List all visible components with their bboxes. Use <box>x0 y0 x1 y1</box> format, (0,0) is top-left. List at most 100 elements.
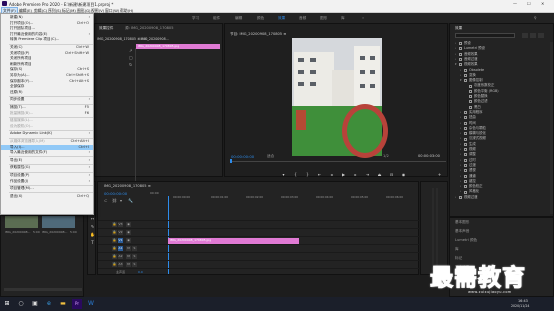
marker-icon[interactable]: ▾ <box>281 172 286 177</box>
slip-tool-icon[interactable]: ↔ <box>90 216 95 221</box>
accelerated-filter-icon[interactable] <box>522 33 528 38</box>
step-back-icon[interactable]: ◂ <box>329 172 334 177</box>
timeline-tab[interactable]: IMG_20200908_170805 ≡ <box>104 184 151 188</box>
taskview-icon[interactable]: ▣ <box>30 299 40 309</box>
mute-icon[interactable]: M <box>126 262 131 267</box>
workspace-tab[interactable]: 库 <box>341 16 345 21</box>
lift-icon[interactable]: ⏏ <box>377 172 382 177</box>
play-icon[interactable]: ▶ <box>341 172 346 177</box>
project-thumbnail[interactable] <box>5 216 38 228</box>
file-menu-item[interactable]: 退出(X) Ctrl+Q <box>1 194 93 200</box>
file-menu-item[interactable]: 作品设置(J) › <box>1 179 93 185</box>
effects-search-input[interactable] <box>455 33 515 38</box>
workspace-tab[interactable]: 学习 <box>192 16 199 21</box>
yuv-filter-icon[interactable] <box>538 33 544 38</box>
file-menu-item[interactable]: 项目管理(M)... <box>1 186 93 192</box>
32bit-filter-icon[interactable] <box>530 33 536 38</box>
track-label[interactable]: V3 <box>118 222 123 227</box>
taskbar-search-icon[interactable]: ○ <box>16 299 26 309</box>
workspace-tab[interactable]: 图形 <box>320 16 327 21</box>
program-scrubber[interactable] <box>230 161 446 162</box>
track-label[interactable]: A1 <box>118 246 123 251</box>
file-explorer-icon[interactable]: ▬ <box>58 299 68 309</box>
file-menu-item[interactable]: 获取属性(G) › <box>1 165 93 171</box>
timeline-settings-icon[interactable]: 🔧 <box>128 198 133 203</box>
close-button[interactable]: ✕ <box>541 1 544 6</box>
maximize-button[interactable]: ☐ <box>527 1 531 6</box>
track-lock-icon[interactable]: 🔒 <box>112 222 117 227</box>
pen-tool-icon[interactable]: ✎ <box>90 224 95 229</box>
mark-in-icon[interactable]: { <box>293 172 298 177</box>
effects-scrollbar[interactable] <box>550 42 553 214</box>
export-frame-icon[interactable]: ◉ <box>401 172 406 177</box>
workspace-tab[interactable]: 颜色 <box>257 16 264 21</box>
mute-icon[interactable]: M <box>126 246 131 251</box>
panel-essential-graphics[interactable]: 基本图形 <box>455 220 469 225</box>
solo-icon[interactable]: S <box>132 262 137 267</box>
snap-icon[interactable]: ⊂ <box>104 198 107 203</box>
program-tab[interactable]: 节目: IMG_20200908_170805 ≡ <box>230 32 286 37</box>
eye-icon[interactable]: ◉ <box>126 222 131 227</box>
track-lock-icon[interactable]: 🔒 <box>112 254 117 259</box>
effect-icon <box>469 95 472 99</box>
project-thumbnail[interactable] <box>42 216 75 228</box>
effects-tab[interactable]: 效果 <box>455 26 462 31</box>
source-tab[interactable]: 源: IMG_20200908_170805 <box>125 26 174 31</box>
track-label[interactable]: A3 <box>118 262 123 267</box>
file-menu-item[interactable]: 还原(R) <box>1 90 93 96</box>
resolution-dropdown[interactable]: 1/2 <box>383 154 389 158</box>
solo-icon[interactable]: S <box>132 254 137 259</box>
track-label[interactable]: V2 <box>118 230 123 235</box>
panel-essential-sound[interactable]: 基本声音 <box>455 229 469 234</box>
file-menu-item[interactable]: 同步设置 › <box>1 97 93 103</box>
mute-icon[interactable]: M <box>126 254 131 259</box>
workspace-tab[interactable]: 组件 <box>213 16 220 21</box>
windows-start-icon[interactable]: ⊞ <box>2 299 12 309</box>
type-tool-icon[interactable]: T <box>90 240 95 245</box>
panel-libraries[interactable]: 库 <box>455 247 459 252</box>
file-menu-item[interactable]: 导出(E) › <box>1 158 93 164</box>
menu-item-label: 捕捉(T)... <box>10 105 26 109</box>
ec-clip-bar[interactable]: IMG_20200908_170805.jpg <box>136 44 220 49</box>
edge-browser-icon[interactable]: e <box>44 299 54 309</box>
workspace-more-icon[interactable]: » <box>362 16 364 20</box>
timeline-timecode[interactable]: 00:00:00:00 <box>104 191 127 196</box>
track-lock-icon[interactable]: 🔒 <box>112 262 117 267</box>
minimize-button[interactable]: — <box>513 1 517 6</box>
eye-icon[interactable]: ◉ <box>126 230 131 235</box>
workspace-tab[interactable]: 编辑 <box>235 16 242 21</box>
playhead-marker[interactable] <box>230 159 232 163</box>
track-label[interactable]: V1 <box>118 238 123 243</box>
file-menu-item[interactable]: 转换 Premiere Clip 项目(C)... <box>1 37 93 43</box>
track-label[interactable]: A2 <box>118 254 123 259</box>
panel-lumetri-color[interactable]: Lumetri 颜色 <box>455 238 477 243</box>
effect-controls-tab[interactable]: 效果控件 <box>99 26 113 31</box>
eye-icon[interactable]: ◉ <box>126 238 131 243</box>
track-lock-icon[interactable]: 🔒 <box>112 238 117 243</box>
word-icon[interactable]: W <box>86 299 96 309</box>
workspace-tab-active[interactable]: 效果 <box>278 16 285 21</box>
step-forward-icon[interactable]: ▸ <box>353 172 358 177</box>
mark-out-icon[interactable]: } <box>305 172 310 177</box>
premiere-pro-icon[interactable]: Pr <box>72 299 82 309</box>
program-timecode[interactable]: 00:00:00:00 <box>231 154 254 159</box>
master-volume[interactable]: 0.0 <box>138 270 143 274</box>
solo-icon[interactable]: S <box>132 246 137 251</box>
track-lock-icon[interactable]: 🔒 <box>112 230 117 235</box>
search-icon[interactable]: ⚲ <box>534 16 537 20</box>
linked-selection-icon[interactable]: ⛓ <box>112 198 117 203</box>
expand-caret-icon[interactable]: › <box>455 195 456 200</box>
add-marker-icon[interactable]: ▾ <box>120 198 122 203</box>
project-zoom-slider[interactable] <box>4 288 82 291</box>
file-menu-item[interactable]: Adobe Dynamic Link(K) › <box>1 131 93 137</box>
go-to-out-icon[interactable]: ⇥ <box>365 172 370 177</box>
add-button-icon[interactable]: + <box>437 172 442 177</box>
go-to-in-icon[interactable]: ⇤ <box>317 172 322 177</box>
workspace-tab[interactable]: 音频 <box>299 16 306 21</box>
hand-tool-icon[interactable]: ✋ <box>90 232 95 237</box>
extract-icon[interactable]: ⊟ <box>389 172 394 177</box>
effects-tree-item[interactable]: › 视频过渡 <box>450 195 554 200</box>
file-menu-item[interactable]: 导入最近使用的文件(F) › <box>1 150 93 156</box>
track-lock-icon[interactable]: 🔒 <box>112 246 117 251</box>
fit-dropdown[interactable]: 适合 <box>267 154 274 159</box>
